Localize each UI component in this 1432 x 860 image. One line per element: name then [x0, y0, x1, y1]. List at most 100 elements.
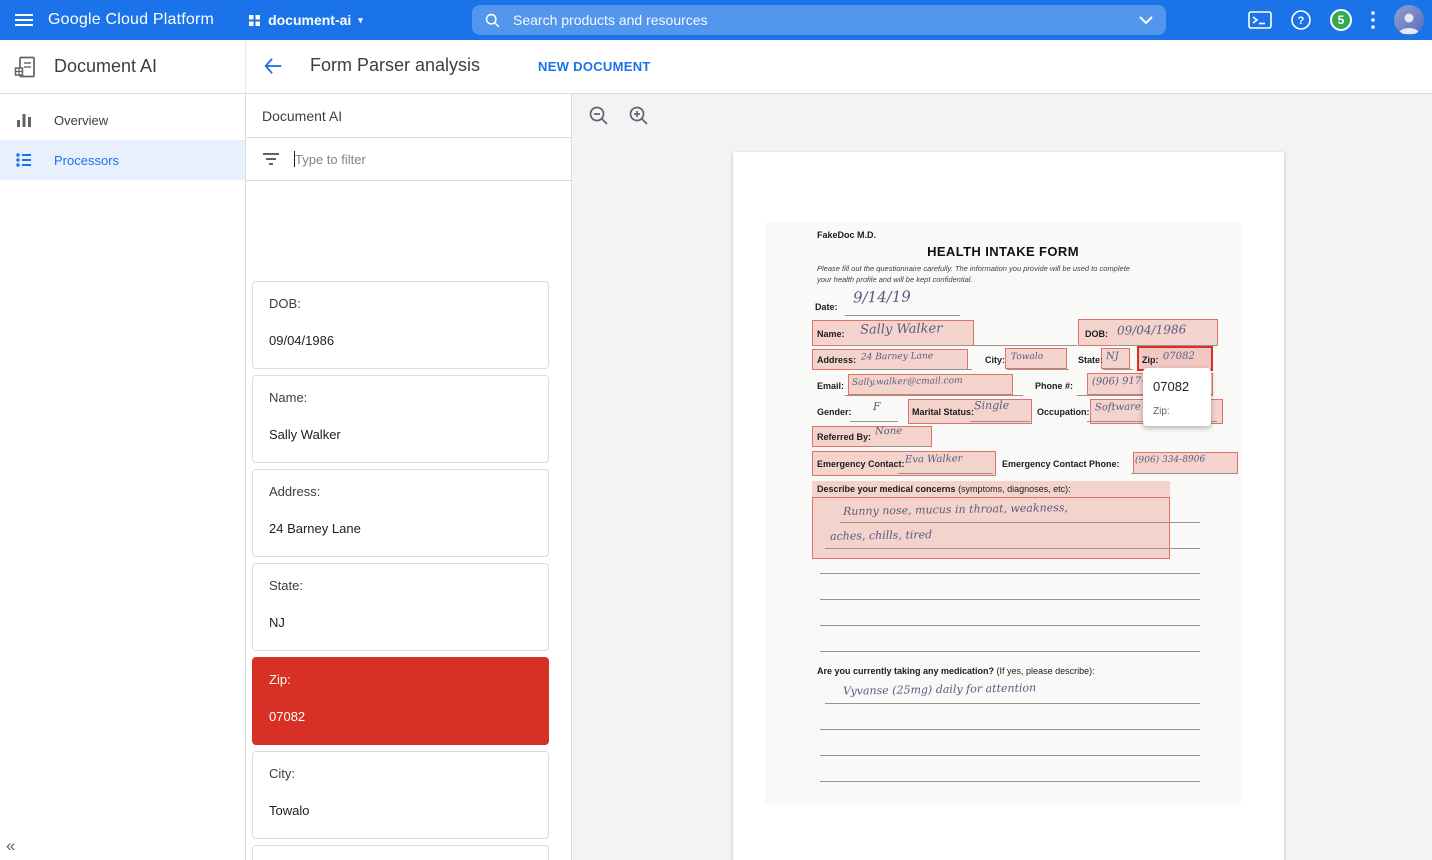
form-line [825, 548, 1200, 549]
page-title: Form Parser analysis [310, 55, 480, 76]
form-line [898, 473, 993, 474]
entity-card-address[interactable]: Address:24 Barney Lane [252, 469, 549, 557]
hamburger-menu-icon[interactable] [12, 8, 36, 32]
handwriting-date: 9/14/19 [853, 287, 911, 306]
help-icon[interactable]: ? [1290, 9, 1312, 31]
search-icon [484, 12, 501, 29]
more-vert-icon[interactable] [1370, 10, 1376, 30]
form-title: HEALTH INTAKE FORM [765, 244, 1241, 259]
handwriting-city: Towalo [1011, 352, 1043, 363]
scanned-form: FakeDoc M.D. HEALTH INTAKE FORM Please f… [765, 222, 1241, 804]
entity-label: City: [269, 766, 532, 781]
search-input[interactable] [513, 12, 1138, 28]
gcp-brand[interactable]: Google Cloud Platform [48, 11, 214, 29]
handwriting-medication: Vyvanse (25mg) daily for attention [843, 681, 1036, 697]
form-line [820, 625, 1200, 626]
document-page: FakeDoc M.D. HEALTH INTAKE FORM Please f… [733, 152, 1284, 860]
handwriting-address: 24 Barney Lane [861, 351, 933, 362]
overview-icon [14, 110, 34, 130]
back-arrow-icon[interactable] [262, 55, 284, 77]
form-label-phone: Phone #: [1035, 381, 1073, 391]
handwriting-state: NJ [1106, 351, 1119, 362]
entity-card-zip[interactable]: Zip: 07082 [252, 657, 549, 745]
entity-label: DOB: [269, 296, 532, 311]
form-clinic-name: FakeDoc M.D. [817, 230, 876, 240]
zoom-in-icon[interactable] [628, 105, 650, 130]
svg-text:?: ? [1298, 15, 1305, 27]
form-label-name: Name: [817, 329, 845, 339]
form-line [840, 522, 1200, 523]
search-bar[interactable] [472, 5, 1166, 35]
form-line [845, 395, 1023, 396]
form-label-date: Date: [815, 302, 838, 312]
product-block: Document AI [0, 40, 246, 93]
entity-card-dob[interactable]: DOB:09/04/1986 [252, 281, 549, 369]
form-line [970, 421, 1030, 422]
avatar[interactable] [1394, 5, 1424, 35]
form-label-city: City: [985, 355, 1005, 365]
tooltip-label: Zip: [1153, 406, 1201, 417]
form-line [820, 781, 1200, 782]
new-document-button[interactable]: NEW DOCUMENT [538, 59, 651, 74]
handwriting-emergency: Eva Walker [905, 453, 963, 465]
handwriting-referred: None [875, 426, 902, 437]
product-title: Document AI [54, 56, 157, 77]
project-icon [248, 14, 261, 27]
processors-icon [14, 150, 34, 170]
entity-card-name[interactable]: Name:Sally Walker [252, 375, 549, 463]
handwriting-name: Sally Walker [860, 321, 943, 337]
form-label-concerns-bold: Describe your medical concerns [817, 484, 956, 494]
handwriting-zip: 07082 [1163, 351, 1195, 363]
cloud-shell-icon[interactable] [1248, 11, 1272, 29]
form-line [847, 345, 1077, 346]
filter-row [246, 138, 571, 181]
entity-list: DOB:09/04/1986 Name:Sally Walker Address… [246, 276, 571, 860]
entity-label: Zip: [269, 672, 532, 687]
form-line [1103, 369, 1133, 370]
sidebar-item-label: Processors [54, 153, 119, 168]
entity-card-state[interactable]: State: NJ [252, 563, 549, 651]
subheader: Document AI Form Parser analysis NEW DOC… [0, 40, 1432, 94]
entity-card-city[interactable]: City:Towalo [252, 751, 549, 839]
form-label-state: State: [1078, 355, 1103, 365]
form-label-emergency-phone: Emergency Contact Phone: [1002, 459, 1120, 469]
form-label-gender: Gender: [817, 407, 852, 417]
form-line [1131, 473, 1237, 474]
form-intro-line2: your health profile and will be kept con… [817, 275, 973, 284]
entity-card-phone[interactable]: Phone #:(906) 917-3486 [252, 845, 549, 860]
collapse-sidebar-icon[interactable]: « [6, 836, 15, 856]
entity-value: NJ [269, 615, 532, 630]
search-chevron-down-icon[interactable] [1138, 15, 1154, 25]
chevron-down-icon: ▾ [358, 15, 363, 26]
form-line [825, 703, 1200, 704]
form-label-zip: Zip: [1142, 355, 1159, 365]
form-label-referred: Referred By: [817, 432, 871, 442]
form-label-medication: Are you currently taking any medication?… [817, 666, 1095, 676]
form-line [820, 651, 1200, 652]
handwriting-emergency-phone: (906) 334-8906 [1135, 454, 1205, 465]
entity-value: 07082 [269, 709, 532, 724]
form-line [820, 755, 1200, 756]
form-label-medication-bold: Are you currently taking any medication? [817, 666, 994, 676]
form-label-emergency: Emergency Contact: [817, 459, 905, 469]
form-label-marital: Marital Status: [912, 407, 974, 417]
form-label-medication-rest: (If yes, please describe): [994, 666, 1095, 676]
form-line [820, 573, 1200, 574]
handwriting-concerns-line2: aches, chills, tired [830, 528, 932, 543]
filter-input[interactable] [295, 152, 555, 167]
zoom-out-icon[interactable] [588, 105, 610, 130]
handwriting-email: Sally.walker@cmail.com [852, 376, 963, 388]
form-label-dob: DOB: [1085, 329, 1108, 339]
notifications-badge[interactable]: 5 [1330, 9, 1352, 31]
entity-label: State: [269, 578, 532, 593]
project-name: document-ai [268, 12, 351, 28]
handwriting-occupation: Software [1095, 402, 1141, 414]
document-ai-icon [14, 55, 38, 79]
form-line [850, 421, 898, 422]
sidebar-item-processors[interactable]: Processors [0, 140, 245, 180]
form-line [857, 369, 972, 370]
sidebar: Overview Processors « [0, 94, 246, 860]
sidebar-item-overview[interactable]: Overview [0, 100, 245, 140]
sidebar-item-label: Overview [54, 113, 108, 128]
project-selector[interactable]: document-ai ▾ [248, 12, 363, 28]
